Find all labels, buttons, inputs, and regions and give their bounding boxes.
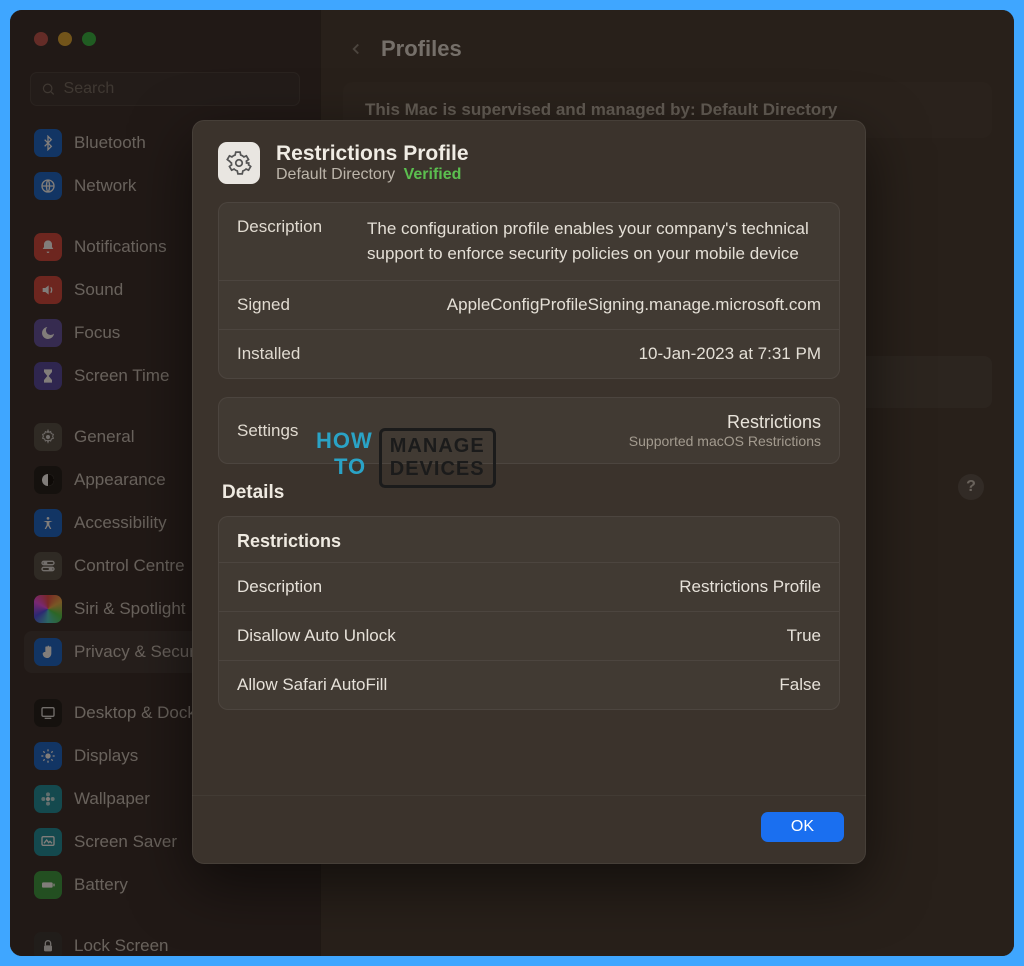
- sidebar-item-label: General: [74, 427, 134, 447]
- globe-icon: [34, 172, 62, 200]
- page-title: Profiles: [381, 36, 462, 62]
- switches-icon: [34, 552, 62, 580]
- info-val-signed: AppleConfigProfileSigning.manage.microso…: [367, 295, 821, 315]
- details-row: Allow Safari AutoFill False: [219, 661, 839, 709]
- settings-window: Bluetooth Network Notifications Sound Fo…: [10, 10, 1014, 956]
- search-input[interactable]: [64, 80, 289, 98]
- minimize-window-button[interactable]: [58, 32, 72, 46]
- sidebar-item-label: Network: [74, 176, 136, 196]
- profile-info-card: Description The configuration profile en…: [218, 202, 840, 379]
- info-val-installed: 10-Jan-2023 at 7:31 PM: [367, 344, 821, 364]
- sidebar-item-label: Notifications: [74, 237, 167, 257]
- sidebar-item-label: Appearance: [74, 470, 166, 490]
- details-row: Disallow Auto Unlock True: [219, 612, 839, 661]
- bluetooth-icon: [34, 129, 62, 157]
- help-button[interactable]: ?: [958, 474, 984, 500]
- close-window-button[interactable]: [34, 32, 48, 46]
- sun-icon: [34, 742, 62, 770]
- profile-title: Restrictions Profile: [276, 142, 469, 166]
- sidebar-item-label: Accessibility: [74, 513, 167, 533]
- sidebar-item-battery[interactable]: Battery: [24, 864, 306, 906]
- info-key-signed: Signed: [237, 295, 349, 315]
- details-group-title: Restrictions: [219, 517, 839, 563]
- zoom-window-button[interactable]: [82, 32, 96, 46]
- bell-icon: [34, 233, 62, 261]
- sidebar-item-label: Bluetooth: [74, 133, 146, 153]
- info-val-description: The configuration profile enables your c…: [367, 217, 821, 266]
- sidebar-item-label: Lock Screen: [74, 936, 169, 956]
- profile-header: Restrictions Profile Default Directory V…: [218, 142, 840, 184]
- contrast-icon: [34, 466, 62, 494]
- info-key-installed: Installed: [237, 344, 349, 364]
- details-row-key: Disallow Auto Unlock: [237, 626, 396, 646]
- modal-footer: OK: [192, 795, 866, 864]
- screensaver-icon: [34, 828, 62, 856]
- profile-detail-modal: Restrictions Profile Default Directory V…: [192, 120, 866, 864]
- verified-badge: Verified: [404, 166, 462, 183]
- details-row-val: False: [779, 675, 821, 695]
- profile-subtitle: Default Directory Verified: [276, 166, 469, 184]
- sidebar-item-label: Screen Time: [74, 366, 169, 386]
- details-row-val: Restrictions Profile: [679, 577, 821, 597]
- info-key-description: Description: [237, 217, 349, 237]
- siri-icon: [34, 595, 62, 623]
- gear-icon: [34, 423, 62, 451]
- sidebar-item-label: Desktop & Dock: [74, 703, 196, 723]
- sidebar-item-label: Battery: [74, 875, 128, 895]
- moon-icon: [34, 319, 62, 347]
- settings-value-sub: Supported macOS Restrictions: [629, 433, 821, 449]
- sidebar-item-lock-screen[interactable]: Lock Screen: [24, 925, 306, 956]
- settings-card: Settings Restrictions Supported macOS Re…: [218, 397, 840, 464]
- hourglass-icon: [34, 362, 62, 390]
- details-row-val: True: [787, 626, 821, 646]
- sidebar-item-label: Wallpaper: [74, 789, 150, 809]
- main-header: Profiles: [321, 10, 1014, 82]
- speaker-icon: [34, 276, 62, 304]
- accessibility-icon: [34, 509, 62, 537]
- lock-icon: [34, 932, 62, 956]
- gear-icon: [218, 142, 260, 184]
- modal-scroll-area[interactable]: Restrictions Profile Default Directory V…: [192, 120, 866, 795]
- sidebar-item-label: Focus: [74, 323, 120, 343]
- sidebar-item-label: Screen Saver: [74, 832, 177, 852]
- details-row-key: Description: [237, 577, 322, 597]
- ok-button[interactable]: OK: [761, 812, 844, 842]
- window-controls: [10, 10, 320, 46]
- details-heading: Details: [222, 482, 840, 504]
- details-row: Description Restrictions Profile: [219, 563, 839, 612]
- sidebar-item-label: Control Centre: [74, 556, 185, 576]
- sidebar-item-label: Displays: [74, 746, 138, 766]
- search-field[interactable]: [30, 72, 300, 106]
- settings-value: Restrictions: [629, 412, 821, 433]
- details-row-key: Allow Safari AutoFill: [237, 675, 387, 695]
- settings-key: Settings: [237, 421, 298, 441]
- battery-icon: [34, 871, 62, 899]
- sidebar-item-label: Siri & Spotlight: [74, 599, 186, 619]
- details-card: Restrictions Description Restrictions Pr…: [218, 516, 840, 710]
- dock-icon: [34, 699, 62, 727]
- sidebar-item-label: Sound: [74, 280, 123, 300]
- back-button[interactable]: [347, 40, 365, 58]
- search-icon: [41, 81, 56, 97]
- hand-icon: [34, 638, 62, 666]
- flower-icon: [34, 785, 62, 813]
